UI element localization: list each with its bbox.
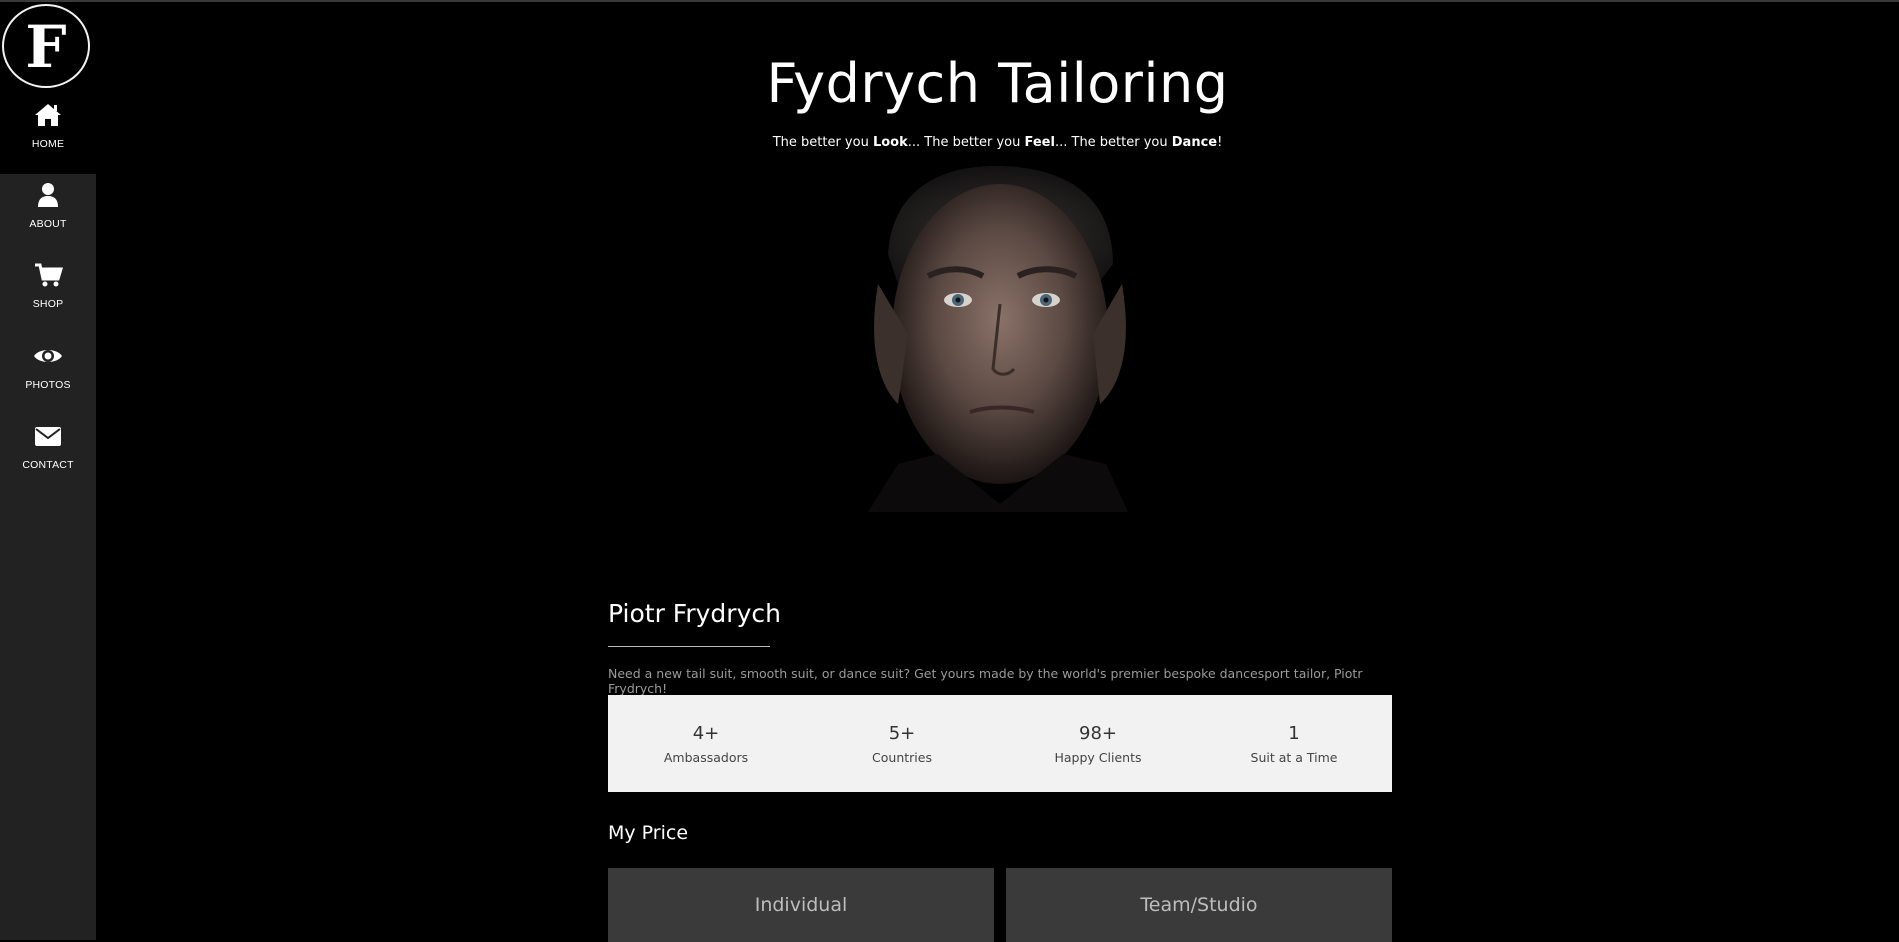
tagline-text: ! <box>1217 135 1223 150</box>
tagline-text: ... The better you <box>1054 135 1172 150</box>
stat-label: Countries <box>872 749 932 765</box>
tagline-emphasis: Dance <box>1171 135 1218 150</box>
main-content: Fydrych Tailoring The better you Look...… <box>96 2 1899 942</box>
tagline-emphasis: Look <box>872 135 908 150</box>
price-card-label: Team/Studio <box>1140 894 1258 916</box>
sidebar-item-label: HOME <box>31 138 65 150</box>
sidebar-item-photos[interactable]: PHOTOS <box>0 335 96 415</box>
envelope-icon <box>35 427 61 446</box>
sidebar-item-shop[interactable]: SHOP <box>0 254 96 334</box>
stat-value: 1 <box>1288 722 1300 744</box>
sidebar-item-label: CONTACT <box>22 459 74 471</box>
stat-label: Happy Clients <box>1054 749 1142 765</box>
stat-ambassadors: 4+ Ambassadors <box>608 695 804 792</box>
user-icon <box>38 183 58 207</box>
portrait-image <box>838 164 1158 512</box>
sidebar-item-label: SHOP <box>32 298 64 310</box>
tagline-text: ... The better you <box>907 135 1025 150</box>
tagline: The better you Look... The better you Fe… <box>96 135 1899 150</box>
price-card-label: Individual <box>754 894 848 916</box>
price-card-individual[interactable]: Individual <box>608 868 994 942</box>
intro-text: Need a new tail suit, smooth suit, or da… <box>608 666 1363 696</box>
tagline-text: The better you <box>772 135 873 150</box>
sidebar-item-home[interactable]: HOME <box>0 94 96 174</box>
stat-value: 4+ <box>692 722 720 744</box>
tagline-emphasis: Feel <box>1024 135 1055 150</box>
sidebar: F HOME ABOUT SHOP PHOTOS CONTACT <box>0 2 96 940</box>
sidebar-item-label: PHOTOS <box>25 379 71 391</box>
stat-countries: 5+ Countries <box>804 695 1000 792</box>
stat-label: Suit at a Time <box>1250 749 1338 765</box>
stat-value: 5+ <box>888 722 916 744</box>
stat-value: 98+ <box>1079 722 1117 744</box>
sidebar-item-contact[interactable]: CONTACT <box>0 415 96 495</box>
eye-icon <box>34 350 62 362</box>
stat-label: Ambassadors <box>663 749 749 765</box>
sidebar-item-label: ABOUT <box>29 218 67 230</box>
sidebar-item-about[interactable]: ABOUT <box>0 174 96 254</box>
logo: F <box>2 4 90 88</box>
logo-link[interactable]: F <box>0 2 96 94</box>
stat-suit-at-a-time: 1 Suit at a Time <box>1196 695 1392 792</box>
logo-letter: F <box>25 13 67 81</box>
stat-happy-clients: 98+ Happy Clients <box>1000 695 1196 792</box>
home-icon <box>35 104 61 126</box>
pricing-title: My Price <box>608 822 689 844</box>
stats-panel: 4+ Ambassadors 5+ Countries 98+ Happy Cl… <box>608 695 1392 792</box>
price-card-team-studio[interactable]: Team/Studio <box>1006 868 1392 942</box>
profile-name: Piotr Frydrych <box>608 599 781 628</box>
site-title: Fydrych Tailoring <box>766 52 1229 115</box>
name-divider <box>608 646 770 647</box>
cart-icon <box>35 263 63 287</box>
